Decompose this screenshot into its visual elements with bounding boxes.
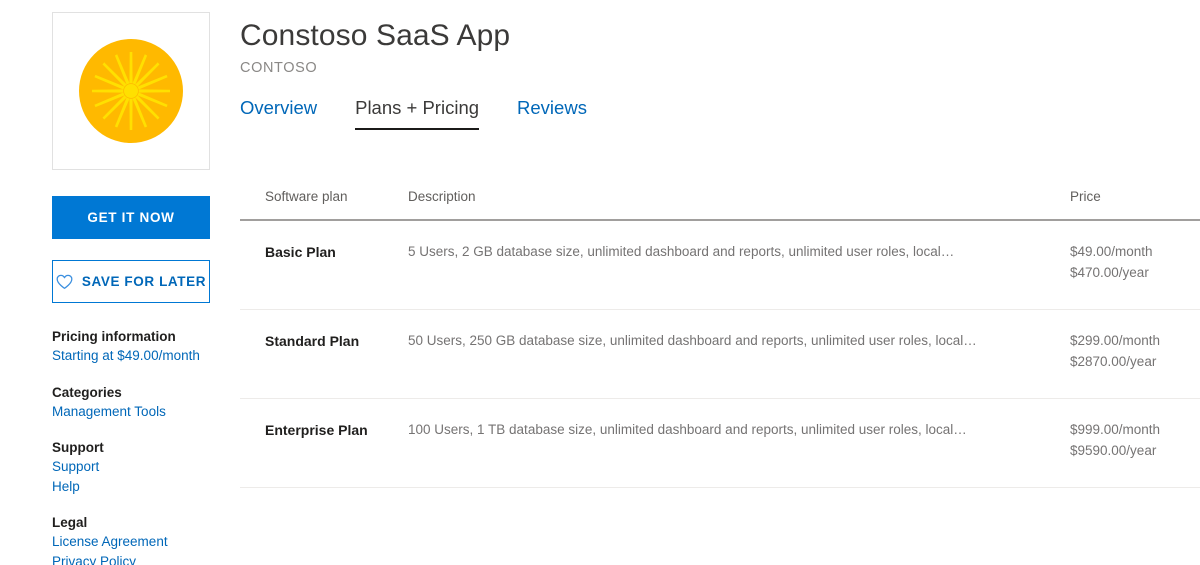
save-for-later-label: SAVE FOR LATER xyxy=(82,274,206,289)
price-monthly: $999.00/month xyxy=(1070,420,1200,441)
page-title: Constoso SaaS App xyxy=(240,17,1200,55)
plans-pricing-table: Software plan Description Price Basic Pl… xyxy=(240,188,1200,488)
tab-bar: Overview Plans + Pricing Reviews xyxy=(240,96,1200,136)
column-header-price: Price xyxy=(1070,188,1200,206)
table-row[interactable]: Standard Plan50 Users, 250 GB database s… xyxy=(240,310,1200,399)
tab-reviews[interactable]: Reviews xyxy=(517,96,587,136)
price-yearly: $9590.00/year xyxy=(1070,441,1200,462)
sidebar-sections: Pricing informationStarting at $49.00/mo… xyxy=(52,327,252,565)
app-logo xyxy=(52,12,210,170)
cell-plan-price: $299.00/month$2870.00/year xyxy=(1070,331,1200,372)
sidebar-section-heading: Pricing information xyxy=(52,327,252,346)
table-body: Basic Plan5 Users, 2 GB database size, u… xyxy=(240,221,1200,488)
column-header-software-plan: Software plan xyxy=(240,188,408,206)
table-row[interactable]: Enterprise Plan100 Users, 1 TB database … xyxy=(240,399,1200,488)
sidebar-section-heading: Categories xyxy=(52,383,252,402)
publisher-name: CONTOSO xyxy=(240,58,1200,78)
sidebar-section-heading: Legal xyxy=(52,513,252,532)
sidebar-link[interactable]: Management Tools xyxy=(52,402,252,422)
offer-header: Constoso SaaS App CONTOSO Overview Plans … xyxy=(240,0,1200,136)
sidebar-section-heading: Support xyxy=(52,438,252,457)
sidebar-section: Pricing informationStarting at $49.00/mo… xyxy=(52,327,252,366)
sidebar-link[interactable]: Starting at $49.00/month xyxy=(52,346,252,366)
cell-plan-name: Standard Plan xyxy=(240,331,408,351)
sidebar-link[interactable]: Support xyxy=(52,457,252,477)
sidebar-link[interactable]: Help xyxy=(52,477,252,497)
cell-plan-name: Enterprise Plan xyxy=(240,420,408,440)
get-it-now-label: GET IT NOW xyxy=(87,210,174,225)
price-yearly: $470.00/year xyxy=(1070,263,1200,284)
cell-plan-description: 5 Users, 2 GB database size, unlimited d… xyxy=(408,242,1070,262)
tab-overview[interactable]: Overview xyxy=(240,96,317,136)
cell-plan-description: 50 Users, 250 GB database size, unlimite… xyxy=(408,331,1070,351)
tab-plans-pricing[interactable]: Plans + Pricing xyxy=(355,96,479,136)
table-header-row: Software plan Description Price xyxy=(240,188,1200,219)
price-monthly: $299.00/month xyxy=(1070,331,1200,352)
price-monthly: $49.00/month xyxy=(1070,242,1200,263)
price-yearly: $2870.00/year xyxy=(1070,352,1200,373)
cell-plan-name: Basic Plan xyxy=(240,242,408,262)
heart-icon xyxy=(56,274,73,290)
sidebar-section: LegalLicense AgreementPrivacy Policy xyxy=(52,513,252,565)
cell-plan-price: $49.00/month$470.00/year xyxy=(1070,242,1200,283)
cell-plan-price: $999.00/month$9590.00/year xyxy=(1070,420,1200,461)
get-it-now-button[interactable]: GET IT NOW xyxy=(52,196,210,239)
sidebar-link[interactable]: License Agreement xyxy=(52,532,252,552)
column-header-description: Description xyxy=(408,188,1070,206)
sidebar-section: CategoriesManagement Tools xyxy=(52,383,252,422)
sidebar-link[interactable]: Privacy Policy xyxy=(52,552,252,565)
save-for-later-button[interactable]: SAVE FOR LATER xyxy=(52,260,210,303)
left-sidebar: GET IT NOW SAVE FOR LATER Pricing inform… xyxy=(52,12,252,565)
marketplace-offer-page: GET IT NOW SAVE FOR LATER Pricing inform… xyxy=(0,0,1200,565)
sidebar-section: SupportSupportHelp xyxy=(52,438,252,496)
cell-plan-description: 100 Users, 1 TB database size, unlimited… xyxy=(408,420,1070,440)
table-row[interactable]: Basic Plan5 Users, 2 GB database size, u… xyxy=(240,221,1200,310)
sunburst-icon xyxy=(66,26,196,156)
